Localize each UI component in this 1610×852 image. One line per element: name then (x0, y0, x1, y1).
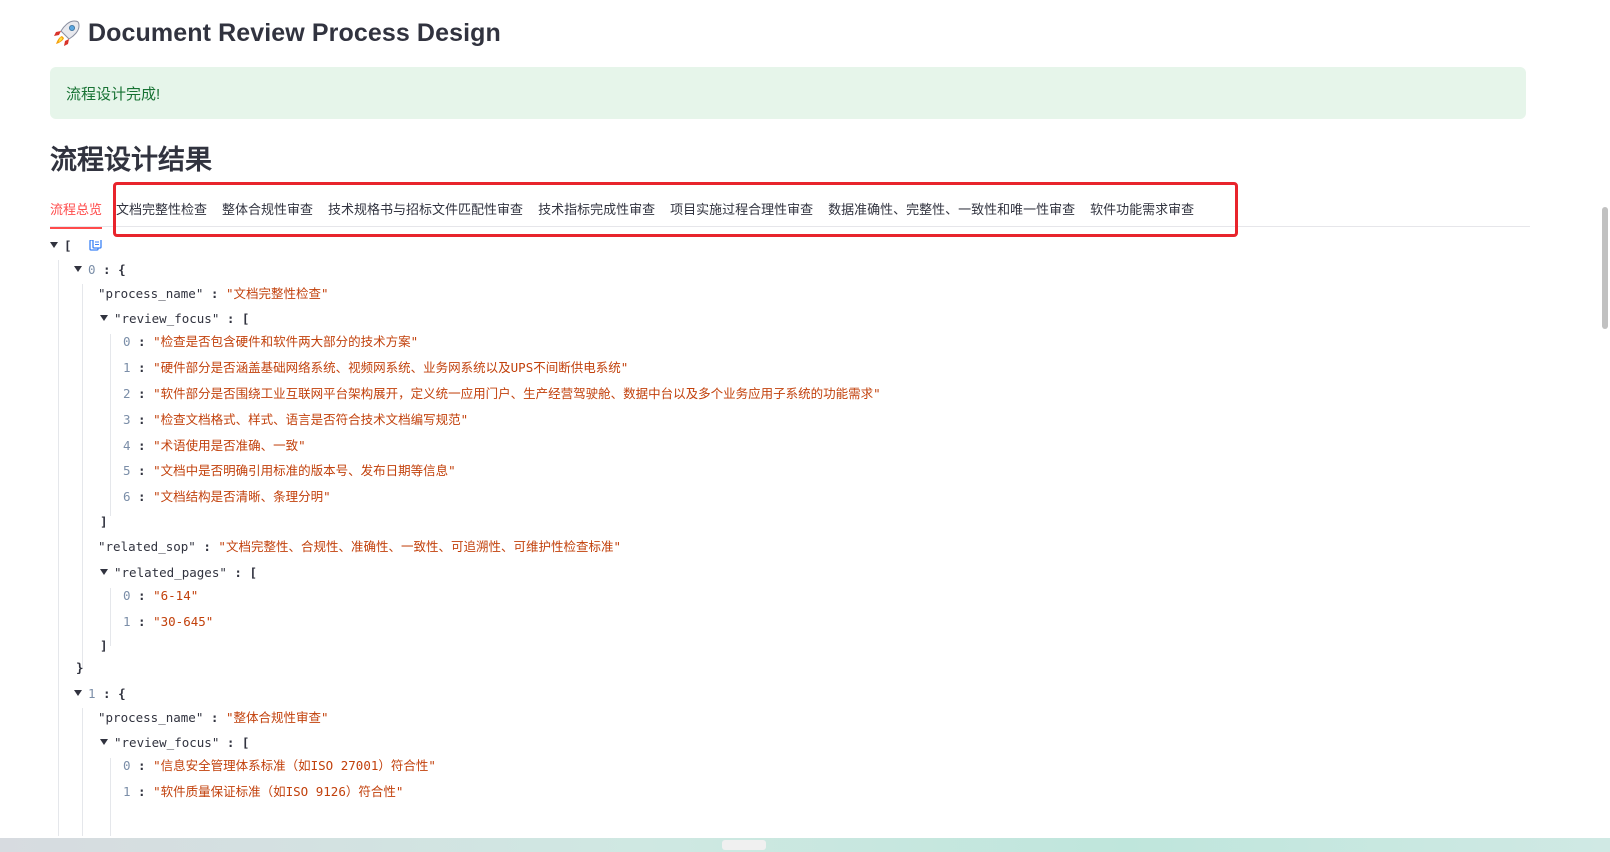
json-index: 0 (123, 334, 131, 349)
json-root-row: [ (50, 240, 102, 256)
json-key: "review_focus" (114, 735, 220, 750)
json-string: "文档结构是否清晰、条理分明" (153, 489, 331, 504)
json-array-row: 1 : "硬件部分是否涵盖基础网络系统、视频网系统、业务网系统以及UPS不间断供… (123, 360, 629, 375)
vertical-scrollbar[interactable] (1598, 0, 1610, 836)
json-string: "整体合规性审查" (225, 710, 329, 725)
json-kv-row: "related_pages" : [ (100, 563, 257, 583)
json-string: "文档完整性检查" (225, 286, 329, 301)
json-guide-line (110, 334, 111, 516)
json-index: 0 (123, 758, 131, 773)
tab-data-accuracy[interactable]: 数据准确性、完整性、一致性和唯一性审查 (828, 186, 1075, 228)
json-array-row: 0 : "6-14" (123, 588, 199, 603)
tab-overall-compliance[interactable]: 整体合规性审查 (222, 186, 313, 228)
json-array-row: 6 : "文档结构是否清晰、条理分明" (123, 489, 331, 504)
json-string: "文档中是否明确引用标准的版本号、发布日期等信息" (153, 463, 456, 478)
json-string: "文档完整性、合规性、准确性、一致性、可追溯性、可维护性检查标准" (218, 539, 621, 554)
json-string: "检查是否包含硬件和软件两大部分的技术方案" (153, 334, 419, 349)
json-string: "6-14" (153, 588, 199, 603)
json-array-row: 2 : "软件部分是否围绕工业互联网平台架构展开，定义统一应用门户、生产经营驾驶… (123, 386, 881, 401)
tab-bar: 流程总览 文档完整性检查 整体合规性审查 技术规格书与招标文件匹配性审查 技术指… (50, 186, 1530, 229)
bottom-tab-handle (722, 840, 766, 850)
json-string: "软件质量保证标准（如ISO 9126）符合性" (153, 784, 404, 799)
app-page: Document Review Process Design 流程设计完成! 流… (0, 0, 1610, 852)
json-close-row: ] (100, 514, 108, 529)
json-string: "信息安全管理体系标准（如ISO 27001）符合性" (153, 758, 436, 773)
tab-document-completeness[interactable]: 文档完整性检查 (116, 186, 207, 228)
rocket-icon (52, 18, 82, 48)
json-item-row: 0 : { (74, 260, 126, 280)
json-key: "process_name" (98, 286, 204, 301)
json-array-row: 0 : "检查是否包含硬件和软件两大部分的技术方案" (123, 334, 419, 349)
tab-spec-tender-match[interactable]: 技术规格书与招标文件匹配性审查 (328, 186, 523, 228)
copy-icon[interactable] (89, 240, 102, 251)
json-array-row: 1 : "软件质量保证标准（如ISO 9126）符合性" (123, 784, 404, 799)
json-string: "硬件部分是否涵盖基础网络系统、视频网系统、业务网系统以及UPS不间断供电系统" (153, 360, 629, 375)
json-index: 4 (123, 438, 131, 453)
caret-down-icon[interactable] (100, 314, 108, 321)
json-index: 0 (88, 262, 96, 277)
caret-down-icon[interactable] (74, 265, 82, 272)
json-item-row: 1 : { (74, 684, 126, 704)
json-string: "软件部分是否围绕工业互联网平台架构展开，定义统一应用门户、生产经营驾驶舱、数据… (153, 386, 881, 401)
json-index: 1 (123, 614, 131, 629)
page-title: Document Review Process Design (88, 18, 501, 47)
json-index: 5 (123, 463, 131, 478)
json-kv-row: "review_focus" : [ (100, 733, 249, 753)
caret-down-icon[interactable] (100, 568, 108, 575)
json-index: 0 (123, 588, 131, 603)
success-message: 流程设计完成! (66, 85, 161, 103)
json-close-row: ] (100, 638, 108, 653)
json-index: 1 (123, 784, 131, 799)
json-key: "review_focus" (114, 311, 220, 326)
json-close-row: } (76, 660, 84, 675)
json-key: "related_pages" (114, 565, 227, 580)
json-index: 3 (123, 412, 131, 427)
json-guide-line (110, 588, 111, 646)
json-kv-row: "related_sop" : "文档完整性、合规性、准确性、一致性、可追溯性、… (98, 539, 621, 554)
page-header: Document Review Process Design (52, 18, 501, 48)
json-string: "术语使用是否准确、一致" (153, 438, 306, 453)
json-bracket: [ (64, 240, 72, 253)
caret-down-icon[interactable] (74, 689, 82, 696)
json-array-row: 4 : "术语使用是否准确、一致" (123, 438, 306, 453)
json-key: "process_name" (98, 710, 204, 725)
tab-tech-indicator-completion[interactable]: 技术指标完成性审查 (538, 186, 655, 228)
json-kv-row: "review_focus" : [ (100, 309, 249, 329)
section-title: 流程设计结果 (50, 145, 212, 175)
json-index: 6 (123, 489, 131, 504)
caret-down-icon[interactable] (50, 241, 58, 248)
window-bottom-edge (0, 838, 1610, 852)
json-index: 1 (88, 686, 96, 701)
json-index: 2 (123, 386, 131, 401)
json-array-row: 1 : "30-645" (123, 614, 214, 629)
json-string: "检查文档格式、样式、语言是否符合技术文档编写规范" (153, 412, 469, 427)
success-alert: 流程设计完成! (50, 67, 1526, 119)
json-array-row: 5 : "文档中是否明确引用标准的版本号、发布日期等信息" (123, 463, 456, 478)
json-string: "30-645" (153, 614, 214, 629)
json-guide-line (82, 284, 83, 668)
json-guide-line (82, 708, 83, 836)
json-array-row: 0 : "信息安全管理体系标准（如ISO 27001）符合性" (123, 758, 436, 773)
caret-down-icon[interactable] (100, 738, 108, 745)
scrollbar-thumb[interactable] (1602, 207, 1608, 329)
json-viewer: [ 0 : { "process_name" : "文档完整性检查" "revi… (50, 240, 1500, 836)
tab-overview[interactable]: 流程总览 (50, 186, 103, 229)
json-key: "related_sop" (98, 539, 196, 554)
tab-implementation-rationality[interactable]: 项目实施过程合理性审查 (670, 186, 813, 228)
json-guide-line (110, 758, 111, 836)
tab-software-requirements[interactable]: 软件功能需求审查 (1090, 186, 1194, 228)
json-index: 1 (123, 360, 131, 375)
json-guide-line (58, 260, 59, 836)
json-array-row: 3 : "检查文档格式、样式、语言是否符合技术文档编写规范" (123, 412, 469, 427)
json-kv-row: "process_name" : "整体合规性审查" (98, 710, 329, 725)
json-kv-row: "process_name" : "文档完整性检查" (98, 286, 329, 301)
